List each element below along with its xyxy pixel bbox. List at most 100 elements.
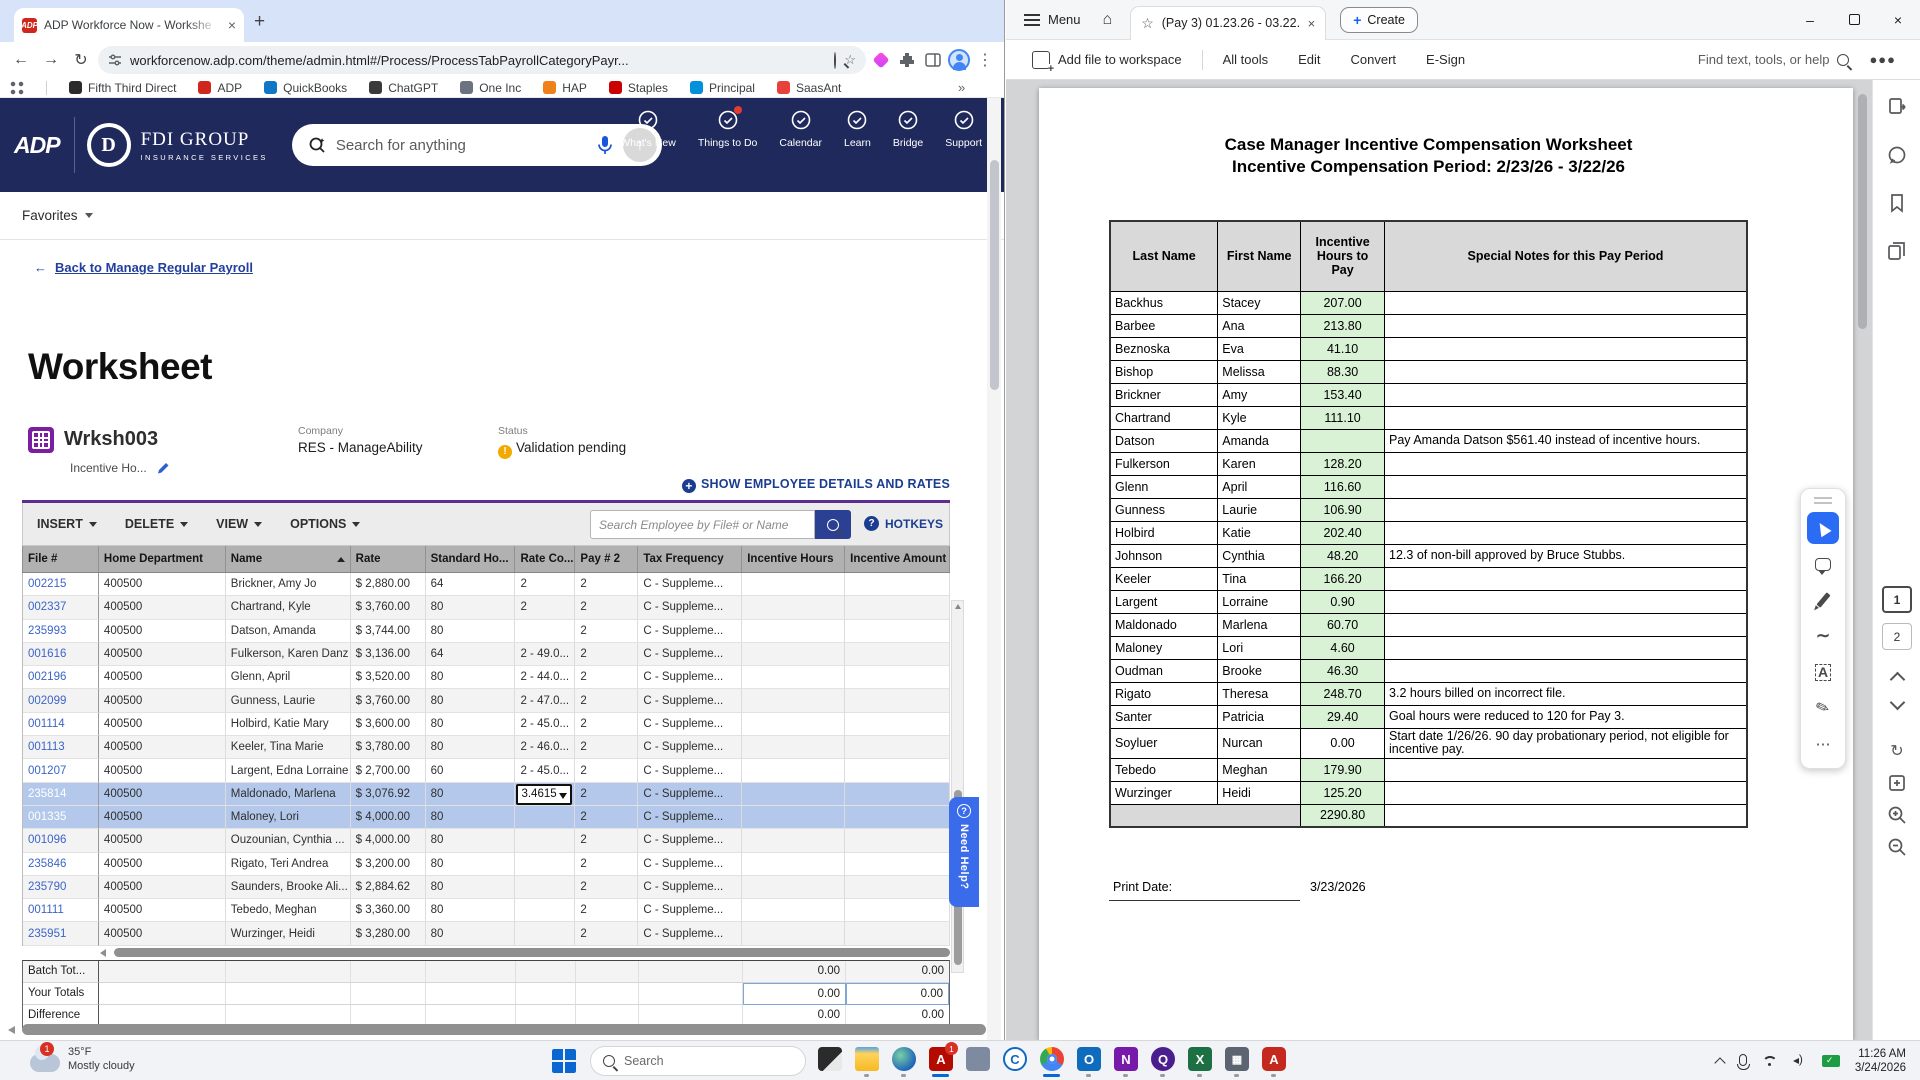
extension-icon[interactable] bbox=[870, 49, 892, 71]
toolbar-menu-item[interactable]: Convert bbox=[1351, 52, 1397, 67]
file-number-link[interactable]: 002099 bbox=[23, 689, 99, 713]
calculator-icon[interactable]: ▦ bbox=[1225, 1047, 1249, 1077]
browser-vertical-scrollbar[interactable] bbox=[987, 98, 1001, 1040]
employee-row[interactable]: 002337 400500 Chartrand, Kyle $ 3,760.00… bbox=[23, 596, 951, 620]
weather-widget[interactable]: 1 35°F Mostly cloudy bbox=[30, 1042, 135, 1073]
next-page-icon[interactable] bbox=[1889, 694, 1905, 711]
comment-tool[interactable] bbox=[1807, 548, 1839, 580]
file-number-link[interactable]: 235846 bbox=[23, 852, 99, 876]
file-number-link[interactable]: 001335 bbox=[23, 805, 99, 830]
grid-vertical-scrollbar[interactable] bbox=[951, 600, 964, 973]
back-link[interactable]: ← Back to Manage Regular Payroll bbox=[34, 260, 253, 275]
side-panel-icon[interactable] bbox=[922, 49, 944, 71]
incentive-amount-cell[interactable] bbox=[845, 899, 951, 923]
page-thumb-1[interactable]: 1 bbox=[1882, 586, 1912, 613]
incentive-amount-cell[interactable] bbox=[845, 805, 951, 830]
incentive-amount-cell[interactable] bbox=[845, 666, 951, 690]
incentive-hours-cell[interactable] bbox=[742, 829, 846, 853]
onenote-icon[interactable]: N bbox=[1114, 1047, 1138, 1077]
support-icon[interactable]: Support bbox=[945, 108, 982, 149]
rate-code-dropdown[interactable]: 3.4615 bbox=[516, 783, 573, 805]
file-number-link[interactable]: 002215 bbox=[23, 573, 99, 597]
browser-tab[interactable]: ADP ADP Workforce Now - Workshe × bbox=[14, 8, 244, 42]
draw-tool[interactable]: ∼ bbox=[1807, 620, 1839, 652]
toolbar-menu-button[interactable]: INSERT bbox=[37, 517, 97, 531]
column-header[interactable]: Incentive Hours bbox=[742, 546, 846, 572]
outlook-icon[interactable]: O bbox=[1077, 1047, 1101, 1077]
favorites-bar[interactable]: Favorites bbox=[0, 192, 1004, 240]
incentive-amount-cell[interactable] bbox=[845, 922, 951, 946]
incentive-amount-cell[interactable] bbox=[845, 619, 951, 643]
bookmark-item[interactable]: ChatGPT bbox=[369, 81, 438, 95]
drag-handle[interactable] bbox=[1814, 497, 1832, 504]
tab-close-icon[interactable]: × bbox=[1308, 16, 1316, 31]
export-pdf-icon[interactable] bbox=[1886, 96, 1908, 118]
back-icon[interactable]: ← bbox=[8, 47, 34, 73]
incentive-hours-cell[interactable] bbox=[742, 596, 846, 620]
incentive-hours-cell[interactable] bbox=[742, 573, 846, 597]
incentive-amount-cell[interactable] bbox=[845, 642, 951, 667]
file-number-link[interactable]: 235814 bbox=[23, 782, 99, 806]
hidden-icons-chevron[interactable] bbox=[1714, 1055, 1726, 1069]
bookmark-item[interactable]: QuickBooks bbox=[264, 81, 347, 95]
employee-row[interactable]: 001616 400500 Fulkerson, Karen Danz $ 3,… bbox=[23, 642, 951, 667]
incentive-amount-cell[interactable] bbox=[845, 829, 951, 853]
column-header[interactable]: Standard Ho... bbox=[426, 546, 516, 572]
employee-row[interactable]: 001207 400500 Largent, Edna Lorraine $ 2… bbox=[23, 759, 951, 783]
forward-icon[interactable]: → bbox=[38, 47, 64, 73]
incentive-hours-cell[interactable] bbox=[742, 712, 846, 737]
employee-search-button[interactable] bbox=[815, 510, 851, 539]
incentive-hours-cell[interactable] bbox=[742, 922, 846, 946]
column-header[interactable]: Rate Co... bbox=[515, 546, 576, 572]
grid-horizontal-scrollbar[interactable] bbox=[22, 947, 950, 958]
refresh-view-icon[interactable]: ↻ bbox=[1886, 740, 1908, 762]
new-tab-button[interactable]: + bbox=[254, 12, 265, 31]
browser-menu-icon[interactable]: ⋮ bbox=[974, 49, 996, 71]
select-tool[interactable] bbox=[1807, 512, 1839, 544]
employee-row[interactable]: 001111 400500 Tebedo, Meghan $ 3,360.00 … bbox=[23, 899, 951, 923]
more-options-icon[interactable]: ●●● bbox=[1869, 52, 1896, 67]
maximize-button[interactable] bbox=[1832, 1, 1876, 39]
calendar-icon[interactable]: Calendar bbox=[779, 108, 822, 149]
bookmark-item[interactable]: SaasAnt bbox=[776, 81, 841, 95]
bookmark-item[interactable]: Staples bbox=[608, 81, 668, 95]
incentive-amount-cell[interactable] bbox=[845, 712, 951, 737]
employee-row[interactable]: 001335 400500 Maloney, Lori $ 4,000.00 8… bbox=[23, 805, 951, 830]
menu-icon[interactable] bbox=[1024, 13, 1040, 26]
pdf-scrollbar[interactable] bbox=[1857, 88, 1868, 1028]
chrome-icon[interactable] bbox=[1040, 1047, 1064, 1077]
menu-button[interactable]: Menu bbox=[1048, 12, 1081, 27]
employee-row[interactable]: 002215 400500 Brickner, Amy Jo $ 2,880.0… bbox=[23, 573, 951, 597]
page-thumb-2[interactable]: 2 bbox=[1882, 623, 1912, 650]
bookmarks-overflow-icon[interactable]: » bbox=[958, 80, 965, 95]
incentive-amount-cell[interactable] bbox=[845, 596, 951, 620]
bridge-icon[interactable]: Bridge bbox=[893, 108, 923, 149]
excel-icon[interactable]: X bbox=[1188, 1047, 1212, 1077]
column-header[interactable]: Rate bbox=[351, 546, 426, 572]
column-header[interactable]: Name bbox=[226, 546, 351, 572]
file-number-link[interactable]: 235993 bbox=[23, 619, 99, 643]
total-hours-value[interactable]: 0.00 bbox=[743, 960, 846, 983]
incentive-amount-cell[interactable] bbox=[845, 573, 951, 597]
incentive-amount-cell[interactable] bbox=[845, 759, 951, 783]
file-number-link[interactable]: 001111 bbox=[23, 899, 99, 923]
refresh-icon[interactable]: ↻ bbox=[68, 47, 94, 73]
incentive-hours-cell[interactable] bbox=[742, 619, 846, 643]
need-help-tab[interactable]: ? Need Help? bbox=[949, 797, 979, 907]
edge-icon[interactable] bbox=[892, 1047, 916, 1077]
incentive-hours-cell[interactable] bbox=[742, 736, 846, 760]
wifi-icon[interactable] bbox=[1762, 1056, 1778, 1067]
mic-icon[interactable] bbox=[597, 135, 613, 155]
more-tools-icon[interactable]: ⋯ bbox=[1807, 728, 1839, 760]
file-number-link[interactable]: 001114 bbox=[23, 712, 99, 737]
profile-avatar[interactable] bbox=[948, 49, 970, 71]
extensions-puzzle-icon[interactable] bbox=[896, 49, 918, 71]
file-explorer-icon[interactable] bbox=[855, 1047, 879, 1077]
find-bar[interactable]: Find text, tools, or help bbox=[1698, 52, 1850, 67]
sticky-notes-icon[interactable] bbox=[818, 1047, 842, 1071]
edit-pencil-icon[interactable] bbox=[156, 461, 170, 475]
tab-close-icon[interactable]: × bbox=[228, 17, 236, 33]
toolbar-menu-item[interactable]: E-Sign bbox=[1426, 52, 1465, 67]
bookmark-item[interactable]: Principal bbox=[689, 81, 755, 95]
file-number-link[interactable]: 235790 bbox=[23, 875, 99, 900]
